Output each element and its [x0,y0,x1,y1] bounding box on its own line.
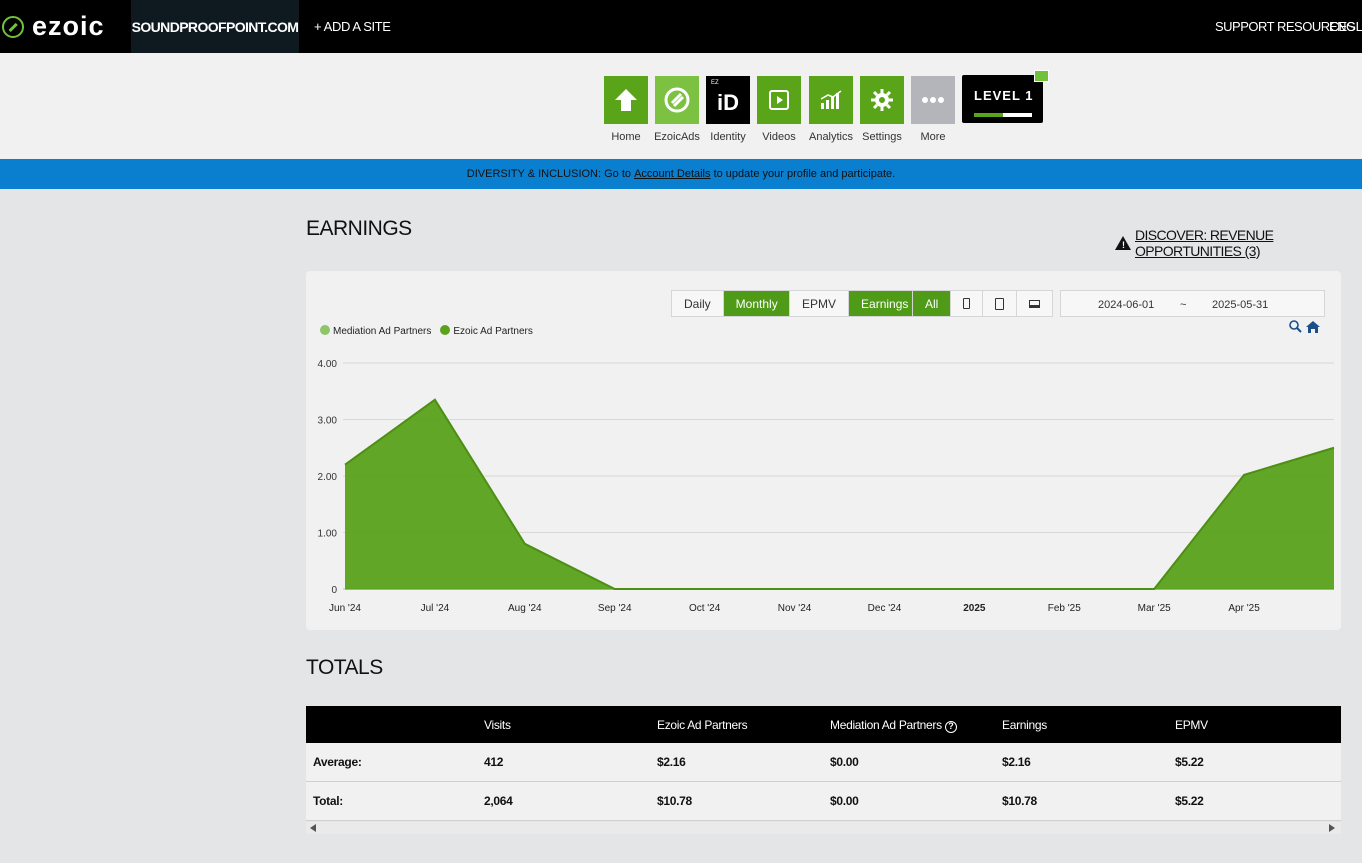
level-badge[interactable]: LEVEL 1 [962,75,1043,123]
x-tick-label: 2025 [963,603,986,614]
x-tick-label: Dec '24 [868,603,902,614]
header-ezoic-ad-partners: Ezoic Ad Partners [657,718,748,732]
earnings-title: EARNINGS [306,217,412,240]
y-tick-label: 2.00 [318,472,338,483]
ezoic-logo[interactable]: ezoic [0,0,131,53]
header-earnings: Earnings [1002,718,1047,732]
x-tick-label: Sep '24 [598,603,632,614]
cell-earnings: $10.78 [1002,794,1037,808]
identity-badge: EZ [711,80,719,86]
settings-icon [860,76,904,124]
x-tick-label: Jul '24 [421,603,450,614]
x-tick-label: Feb '25 [1048,603,1081,614]
x-tick-label: Mar '25 [1138,603,1171,614]
site-tab[interactable]: SOUNDPROOFPOINT.COM [131,0,299,53]
nav-videos[interactable]: Videos [757,76,801,143]
nav-more-label: More [920,131,946,143]
earnings-chart-card: Daily Monthly EPMV Earnings All 2024-06-… [306,271,1341,630]
app-nav: Home EzoicAds EZ iD Identity Videos Anal… [0,53,1362,159]
help-icon[interactable]: ? [944,721,957,733]
discover-revenue-link[interactable]: ! DISCOVER: REVENUE OPPORTUNITIES (3) [1115,227,1362,259]
nav-settings[interactable]: Settings [860,76,904,143]
analytics-icon [809,76,853,124]
more-icon [911,76,955,124]
mail-icon[interactable] [1034,70,1049,82]
header-visits: Visits [484,718,511,732]
level-progress-bar [974,113,1032,117]
row-label: Average: [313,755,362,769]
language-selector[interactable]: ENGLISH [1329,19,1362,34]
cell-ezoic: $10.78 [657,794,692,808]
add-site-link[interactable]: + ADD A SITE [314,19,391,34]
cell-epmv: $5.22 [1175,794,1204,808]
cell-ezoic: $2.16 [657,755,686,769]
top-bar: ezoic SOUNDPROOFPOINT.COM + ADD A SITE S… [0,0,1362,53]
cell-epmv: $5.22 [1175,755,1204,769]
nav-analytics[interactable]: Analytics [809,76,853,143]
home-icon [604,76,648,124]
level-text: LEVEL 1 [974,88,1034,103]
announcement-banner: DIVERSITY & INCLUSION: Go to Account Det… [0,159,1362,189]
announcement-prefix: DIVERSITY & INCLUSION: Go to [466,168,635,180]
y-tick-label: 3.00 [318,416,338,427]
scroll-right-icon[interactable] [1329,824,1335,832]
cell-visits: 2,064 [484,794,513,808]
nav-more[interactable]: More [911,76,955,143]
x-tick-label: Nov '24 [778,603,812,614]
cell-mediation: $0.00 [830,755,859,769]
y-tick-label: 4.00 [318,359,338,370]
table-row: Average: 412 $2.16 $0.00 $2.16 $5.22 [306,743,1341,782]
table-scrollbar[interactable] [306,822,1341,834]
nav-ezoicads[interactable]: EzoicAds [654,76,700,143]
totals-header-row: Visits Ezoic Ad Partners Mediation Ad Pa… [306,706,1341,743]
scroll-left-icon[interactable] [310,824,316,832]
warning-icon: ! [1115,236,1131,250]
videos-icon [757,76,801,124]
row-label: Total: [313,794,343,808]
ezoic-logo-icon [2,15,24,38]
ezoicads-icon [655,76,699,124]
nav-identity[interactable]: EZ iD Identity [706,76,750,143]
announcement-suffix: to update your profile and participate. [710,168,896,180]
x-tick-label: Jun '24 [329,603,361,614]
cell-visits: 412 [484,755,504,769]
nav-home[interactable]: Home [604,76,648,143]
earnings-chart: 0 1.00 2.00 3.00 4.00 Jun '24 Jul '24 Aug '24 Se… [318,359,1335,614]
x-tick-label: Apr '25 [1228,603,1260,614]
y-tick-label: 1.00 [318,529,338,540]
header-epmv: EPMV [1175,718,1208,732]
header-mediation-label: Mediation Ad Partners [830,718,942,732]
totals-title: TOTALS [306,656,383,679]
cell-mediation: $0.00 [830,794,859,808]
discover-text: DISCOVER: REVENUE OPPORTUNITIES (3) [1135,227,1274,259]
x-tick-label: Aug '24 [508,603,542,614]
x-tick-label: Oct '24 [689,603,721,614]
cell-earnings: $2.16 [1002,755,1031,769]
account-details-link[interactable]: Account Details [634,168,710,180]
header-mediation-ad-partners: Mediation Ad Partners ? [830,718,957,733]
logo-text: ezoic [32,11,105,41]
identity-glyph: iD [717,90,739,115]
identity-icon: EZ iD [706,76,750,124]
totals-table: Visits Ezoic Ad Partners Mediation Ad Pa… [306,706,1341,821]
table-row: Total: 2,064 $10.78 $0.00 $10.78 $5.22 [306,782,1341,821]
y-tick-label: 0 [331,585,337,596]
